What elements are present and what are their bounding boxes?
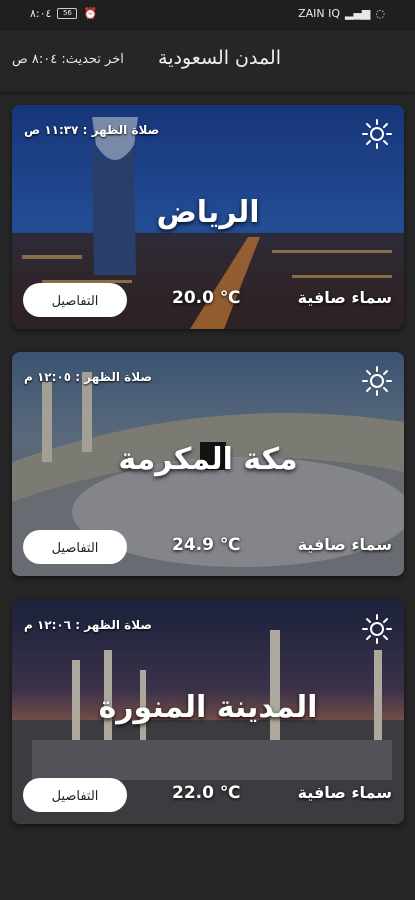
- sun-icon: [362, 614, 392, 644]
- prayer-time: صلاة الظهر : ١٢:٠٥ م: [24, 370, 152, 384]
- signal-icon: ▂▄▆: [345, 7, 371, 20]
- whatsapp-icon: ◌: [375, 7, 385, 20]
- sun-icon: [362, 366, 392, 396]
- status-bar: ٨:٠٤ 56 ⏰ ZAIN IQ ▂▄▆ ◌: [0, 0, 415, 30]
- sun-icon: [362, 119, 392, 149]
- weather-condition: سماء صافية: [297, 535, 392, 554]
- weather-condition: سماء صافية: [297, 288, 392, 307]
- battery-icon: 56: [57, 8, 78, 19]
- prayer-time: صلاة الظهر : ١١:٣٧ ص: [24, 123, 160, 137]
- temperature: 22.0 ℃: [172, 783, 241, 803]
- alarm-icon: ⏰: [83, 7, 98, 20]
- clock: ٨:٠٤: [30, 7, 52, 20]
- temperature: 20.0 ℃: [172, 288, 241, 308]
- details-button[interactable]: التفاصيل: [23, 778, 127, 812]
- status-left: ٨:٠٤ 56 ⏰: [30, 7, 97, 20]
- city-name: الرياض: [156, 195, 260, 230]
- last-update: اخر تحديث: ٨:٠٤ ص: [12, 52, 124, 67]
- weather-condition: سماء صافية: [297, 783, 392, 802]
- city-card-makkah[interactable]: صلاة الظهر : ١٢:٠٥ م مكة المكرمة 24.9 ℃ …: [12, 352, 404, 576]
- status-right: ZAIN IQ ▂▄▆ ◌: [298, 7, 385, 20]
- city-name: مكة المكرمة: [118, 442, 298, 477]
- city-card-madinah[interactable]: صلاة الظهر : ١٢:٠٦ م المدينة المنورة 22.…: [12, 600, 404, 824]
- app-bar: المدن السعودية اخر تحديث: ٨:٠٤ ص: [0, 30, 415, 92]
- city-name: المدينة المنورة: [98, 690, 318, 725]
- city-card-riyadh[interactable]: صلاة الظهر : ١١:٣٧ ص الرياض 20.0 ℃ سماء …: [12, 105, 404, 329]
- details-button[interactable]: التفاصيل: [23, 283, 127, 317]
- prayer-time: صلاة الظهر : ١٢:٠٦ م: [24, 618, 152, 632]
- temperature: 24.9 ℃: [172, 535, 241, 555]
- carrier: ZAIN IQ: [298, 7, 340, 20]
- page-title: المدن السعودية: [158, 47, 281, 69]
- details-button[interactable]: التفاصيل: [23, 530, 127, 564]
